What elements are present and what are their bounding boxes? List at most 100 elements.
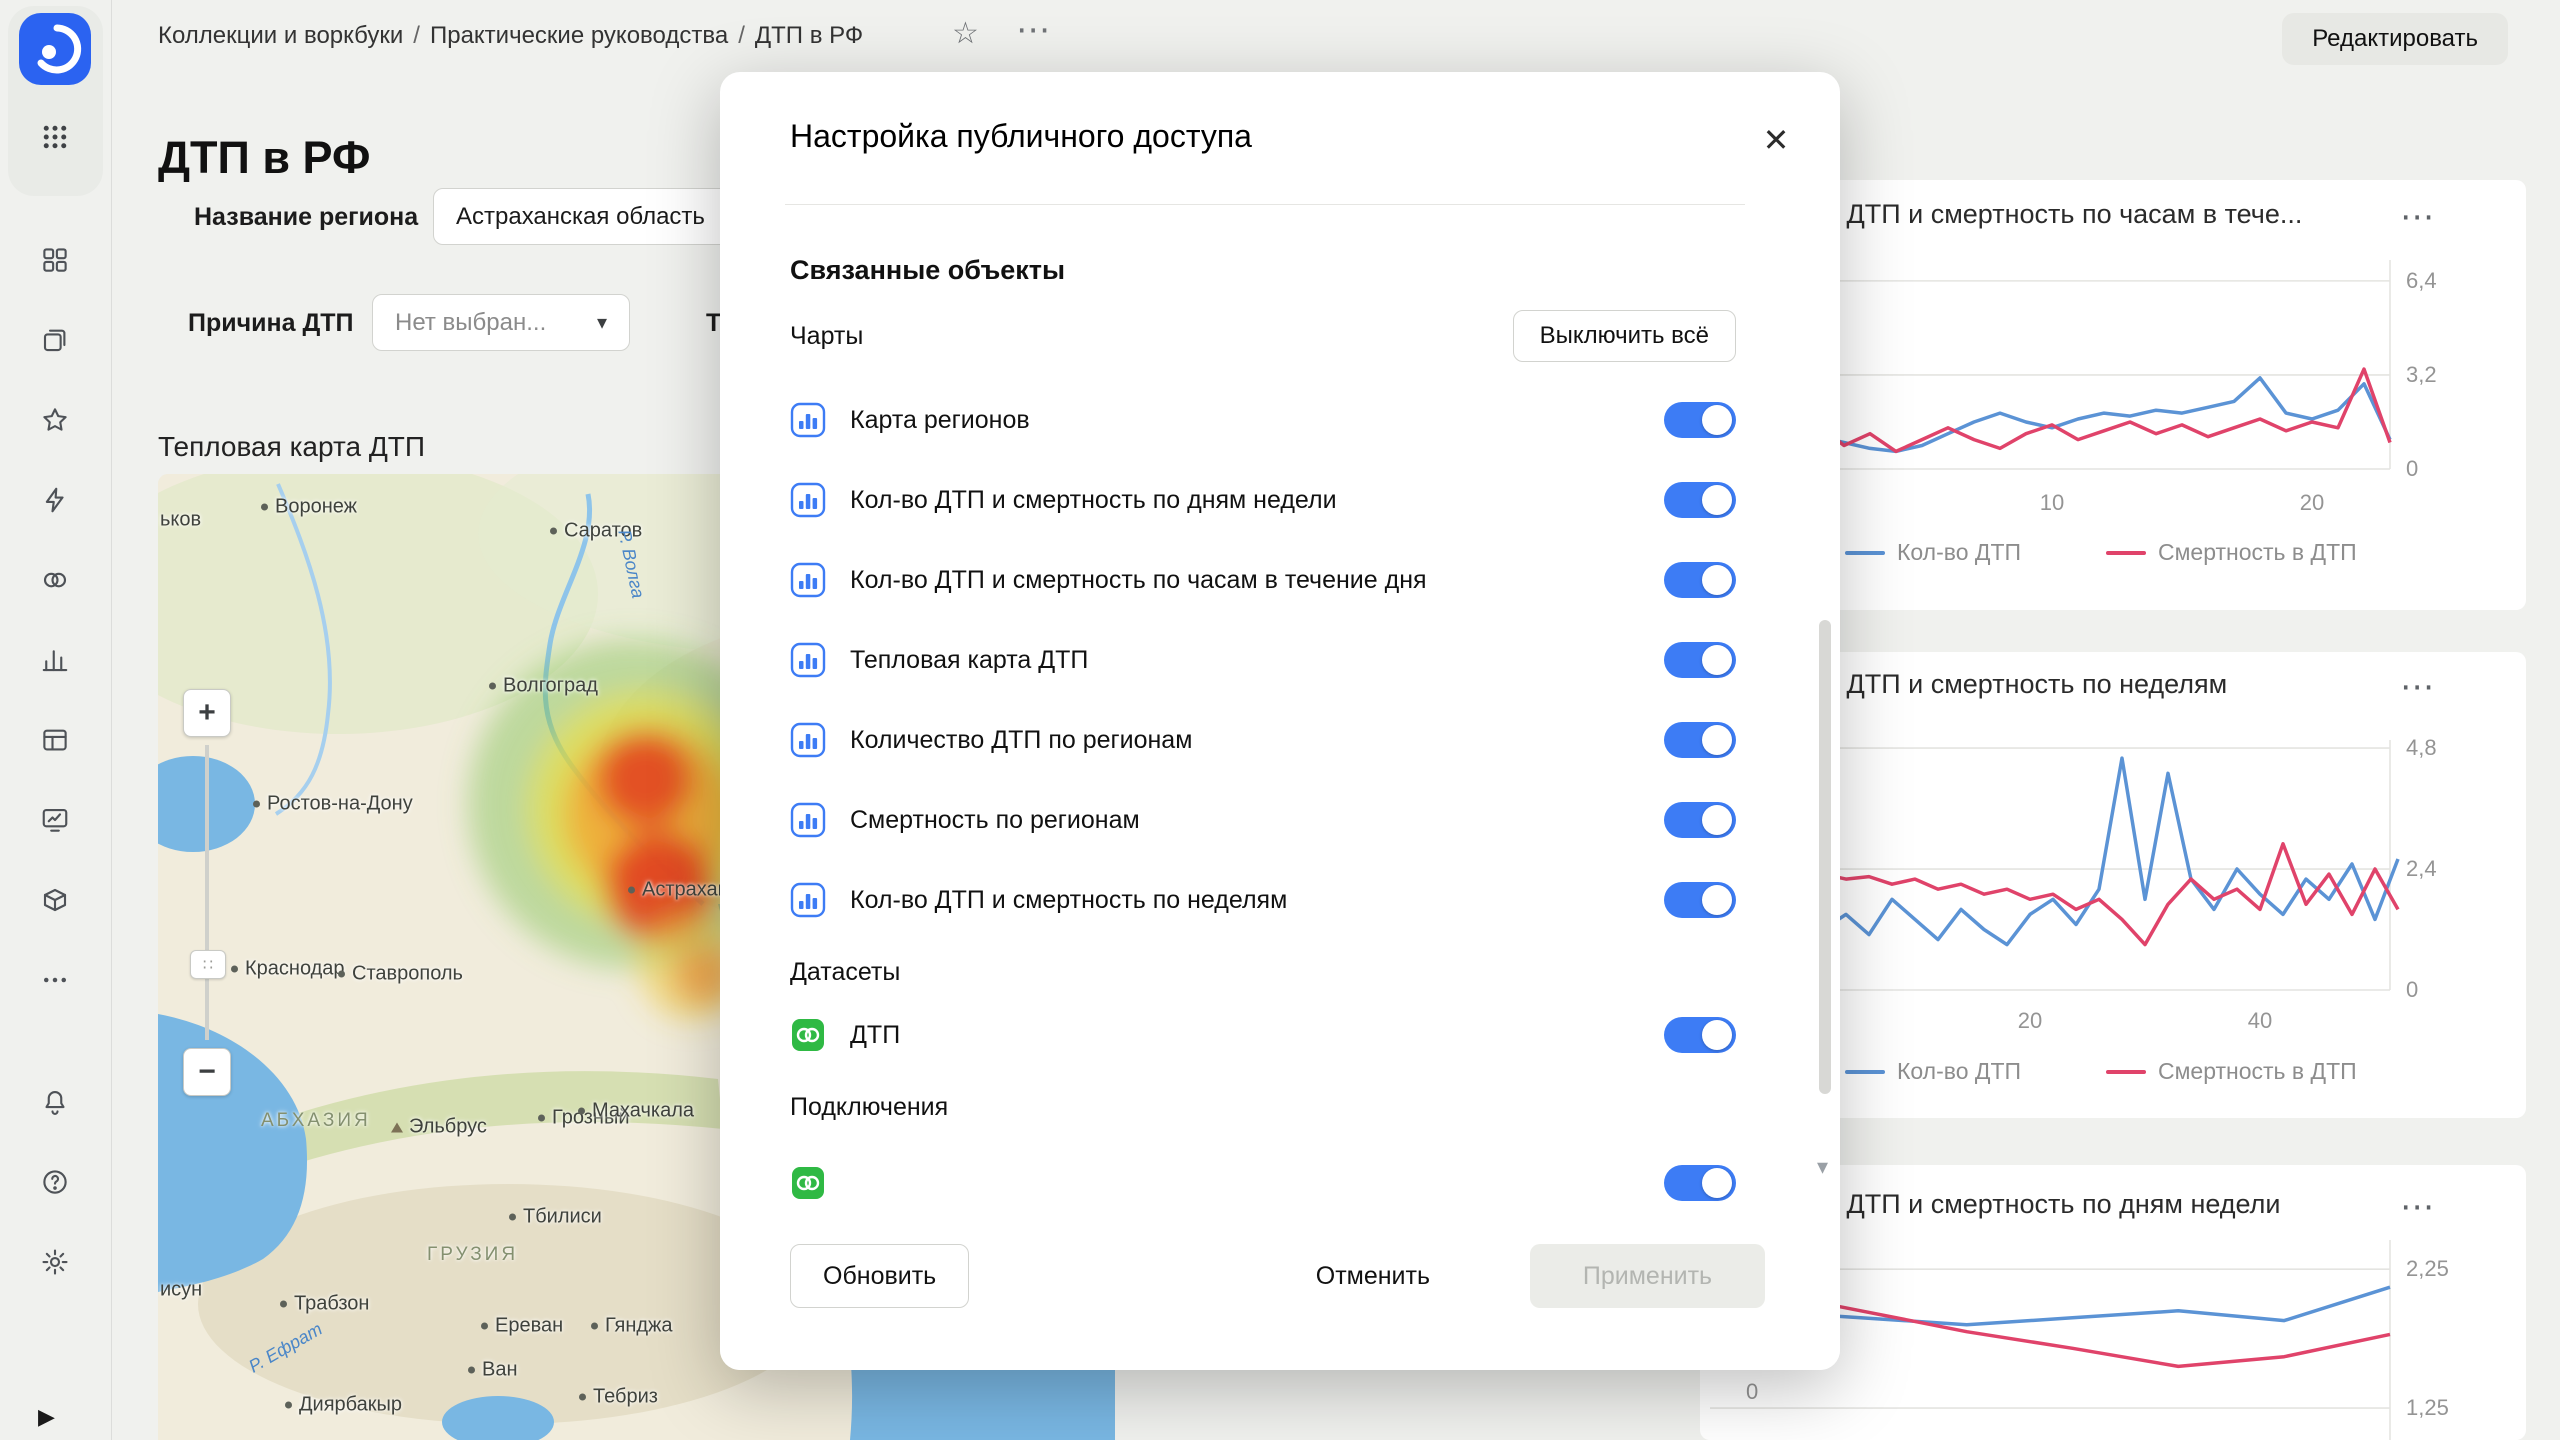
shared-object-row: Кол-во ДТП и смертность по дням недели [790,460,1736,540]
shared-object-row: ДТП [790,995,1736,1075]
breadcrumb-more-icon[interactable]: ⋯ [1016,10,1050,50]
region-filter-label: Название региона [194,203,418,232]
favorite-star-icon[interactable]: ☆ [952,16,979,51]
legend-item[interactable]: Кол-во ДТП [1845,1058,2021,1085]
sidebar-bell-icon[interactable] [33,1080,77,1124]
map-city-label: Волгоград [489,675,598,698]
sidebar-lightning-icon[interactable] [33,478,77,522]
object-toggle[interactable] [1664,562,1736,598]
sidebar-chart-icon[interactable] [33,638,77,682]
sidebar-orbit-icon[interactable] [33,558,77,602]
charts-section-label: Чарты [790,322,863,351]
disable-all-button[interactable]: Выключить всё [1513,310,1736,362]
cancel-button[interactable]: Отменить [1306,1244,1440,1308]
legend-label: Смертность в ДТП [2158,1058,2357,1085]
shared-object-row: Количество ДТП по регионам [790,700,1736,780]
page-title: ДТП в РФ [158,132,370,184]
zoom-out-button[interactable]: − [183,1048,231,1096]
app-sidebar: ▶ [0,0,112,1440]
legend-label: Кол-во ДТП [1897,1058,2021,1085]
datalens-logo-icon[interactable] [19,13,91,85]
chart-object-icon [790,482,826,518]
connections-section-label: Подключения [790,1089,1736,1125]
apps-grid-icon[interactable] [33,115,77,159]
object-label: Карта регионов [850,406,1664,435]
sidebar-grid-icon[interactable] [33,238,77,282]
apply-button[interactable]: Применить [1530,1244,1765,1308]
map-city-label: Эльбрус [391,1116,487,1139]
legend-label: Смертность в ДТП [2158,539,2357,566]
breadcrumb-guides[interactable]: Практические руководства [430,22,728,49]
map-city-label: Краснодар [231,958,345,981]
map-city-label: Воронеж [261,496,357,519]
sidebar-more-icon[interactable] [33,958,77,1002]
shared-object-row: Кол-во ДТП и смертность по неделям [790,860,1736,940]
object-label: Кол-во ДТП и смертность по дням недели [850,486,1664,515]
zoom-in-button[interactable]: + [183,689,231,737]
sidebar-box-icon[interactable] [33,878,77,922]
legend-item[interactable]: Смертность в ДТП [2106,539,2357,566]
object-toggle[interactable] [1664,722,1736,758]
cause-filter-select[interactable]: Нет выбран... ▾ [372,294,630,351]
sidebar-nav [33,238,77,1002]
sidebar-monitor-icon[interactable] [33,798,77,842]
close-icon[interactable]: ✕ [1752,116,1800,164]
object-toggle[interactable] [1664,882,1736,918]
public-access-dialog: Настройка публичного доступа ✕ Связанные… [720,72,1840,1370]
dialog-body: Связанные объекты Чарты Выключить всё Ка… [790,205,1736,1233]
shared-object-row: Смертность по регионам [790,780,1736,860]
axis-tick: 0 [1746,1379,1758,1405]
expand-sidebar-icon[interactable]: ▶ [38,1404,55,1430]
legend-swatch [2106,1070,2146,1074]
legend-swatch [1845,1070,1885,1074]
shared-object-row: Карта регионов [790,380,1736,460]
object-toggle[interactable] [1664,642,1736,678]
x-axis-tick: 20 [2290,490,2334,516]
object-toggle[interactable] [1664,1017,1736,1053]
dialog-footer: Обновить Отменить Применить [720,1233,1840,1370]
breadcrumb-collections[interactable]: Коллекции и воркбуки [158,22,403,49]
object-label: Кол-во ДТП и смертность по неделям [850,886,1664,915]
map-city-label: ьков [160,509,201,532]
sidebar-star-icon[interactable] [33,398,77,442]
sidebar-table-icon[interactable] [33,718,77,762]
legend-item[interactable]: Смертность в ДТП [2106,1058,2357,1085]
scrollbar-thumb[interactable] [1819,620,1831,1094]
scroll-down-icon: ▾ [1817,1154,1828,1180]
sidebar-bottom [33,1080,77,1284]
object-toggle[interactable] [1664,482,1736,518]
zoom-slider-track[interactable] [205,745,209,1040]
object-toggle[interactable] [1664,1165,1736,1201]
edit-button[interactable]: Редактировать [2282,13,2508,65]
map-region-label: ГРУЗИЯ [427,1244,518,1266]
cause-filter-label: Причина ДТП [188,309,354,338]
chevron-down-icon: ▾ [573,310,607,335]
chart-object-icon [790,642,826,678]
x-axis-tick: 10 [2030,490,2074,516]
third-filter-label: Т [706,309,721,338]
datasets-section-label: Датасеты [790,954,1736,990]
object-label: Смертность по регионам [850,806,1664,835]
breadcrumb-current[interactable]: ДТП в РФ [755,22,863,49]
map-city-label: Гянджа [591,1315,673,1338]
shared-object-row: Тепловая карта ДТП [790,620,1736,700]
map-city-label: Трабзон [280,1293,369,1316]
object-toggle[interactable] [1664,802,1736,838]
map-city-label: Тебриз [579,1386,658,1409]
zoom-slider-handle[interactable]: ∷ [190,950,226,979]
legend-item[interactable]: Кол-во ДТП [1845,539,2021,566]
map-city-label: Ван [468,1359,518,1382]
map-city-label: Ставрополь [338,963,463,986]
update-button[interactable]: Обновить [790,1244,969,1308]
sidebar-gear-icon[interactable] [33,1240,77,1284]
chart-object-icon [790,722,826,758]
scroll-fade [720,1207,1816,1233]
sidebar-help-icon[interactable] [33,1160,77,1204]
object-toggle[interactable] [1664,402,1736,438]
shared-object-row: Кол-во ДТП и смертность по часам в течен… [790,540,1736,620]
sidebar-collections-icon[interactable] [33,318,77,362]
heatmap-widget-title: Тепловая карта ДТП [158,431,425,463]
map-city-label: Ростов-на-Дону [253,793,413,816]
chart-object-icon [790,562,826,598]
legend-swatch [2106,551,2146,555]
